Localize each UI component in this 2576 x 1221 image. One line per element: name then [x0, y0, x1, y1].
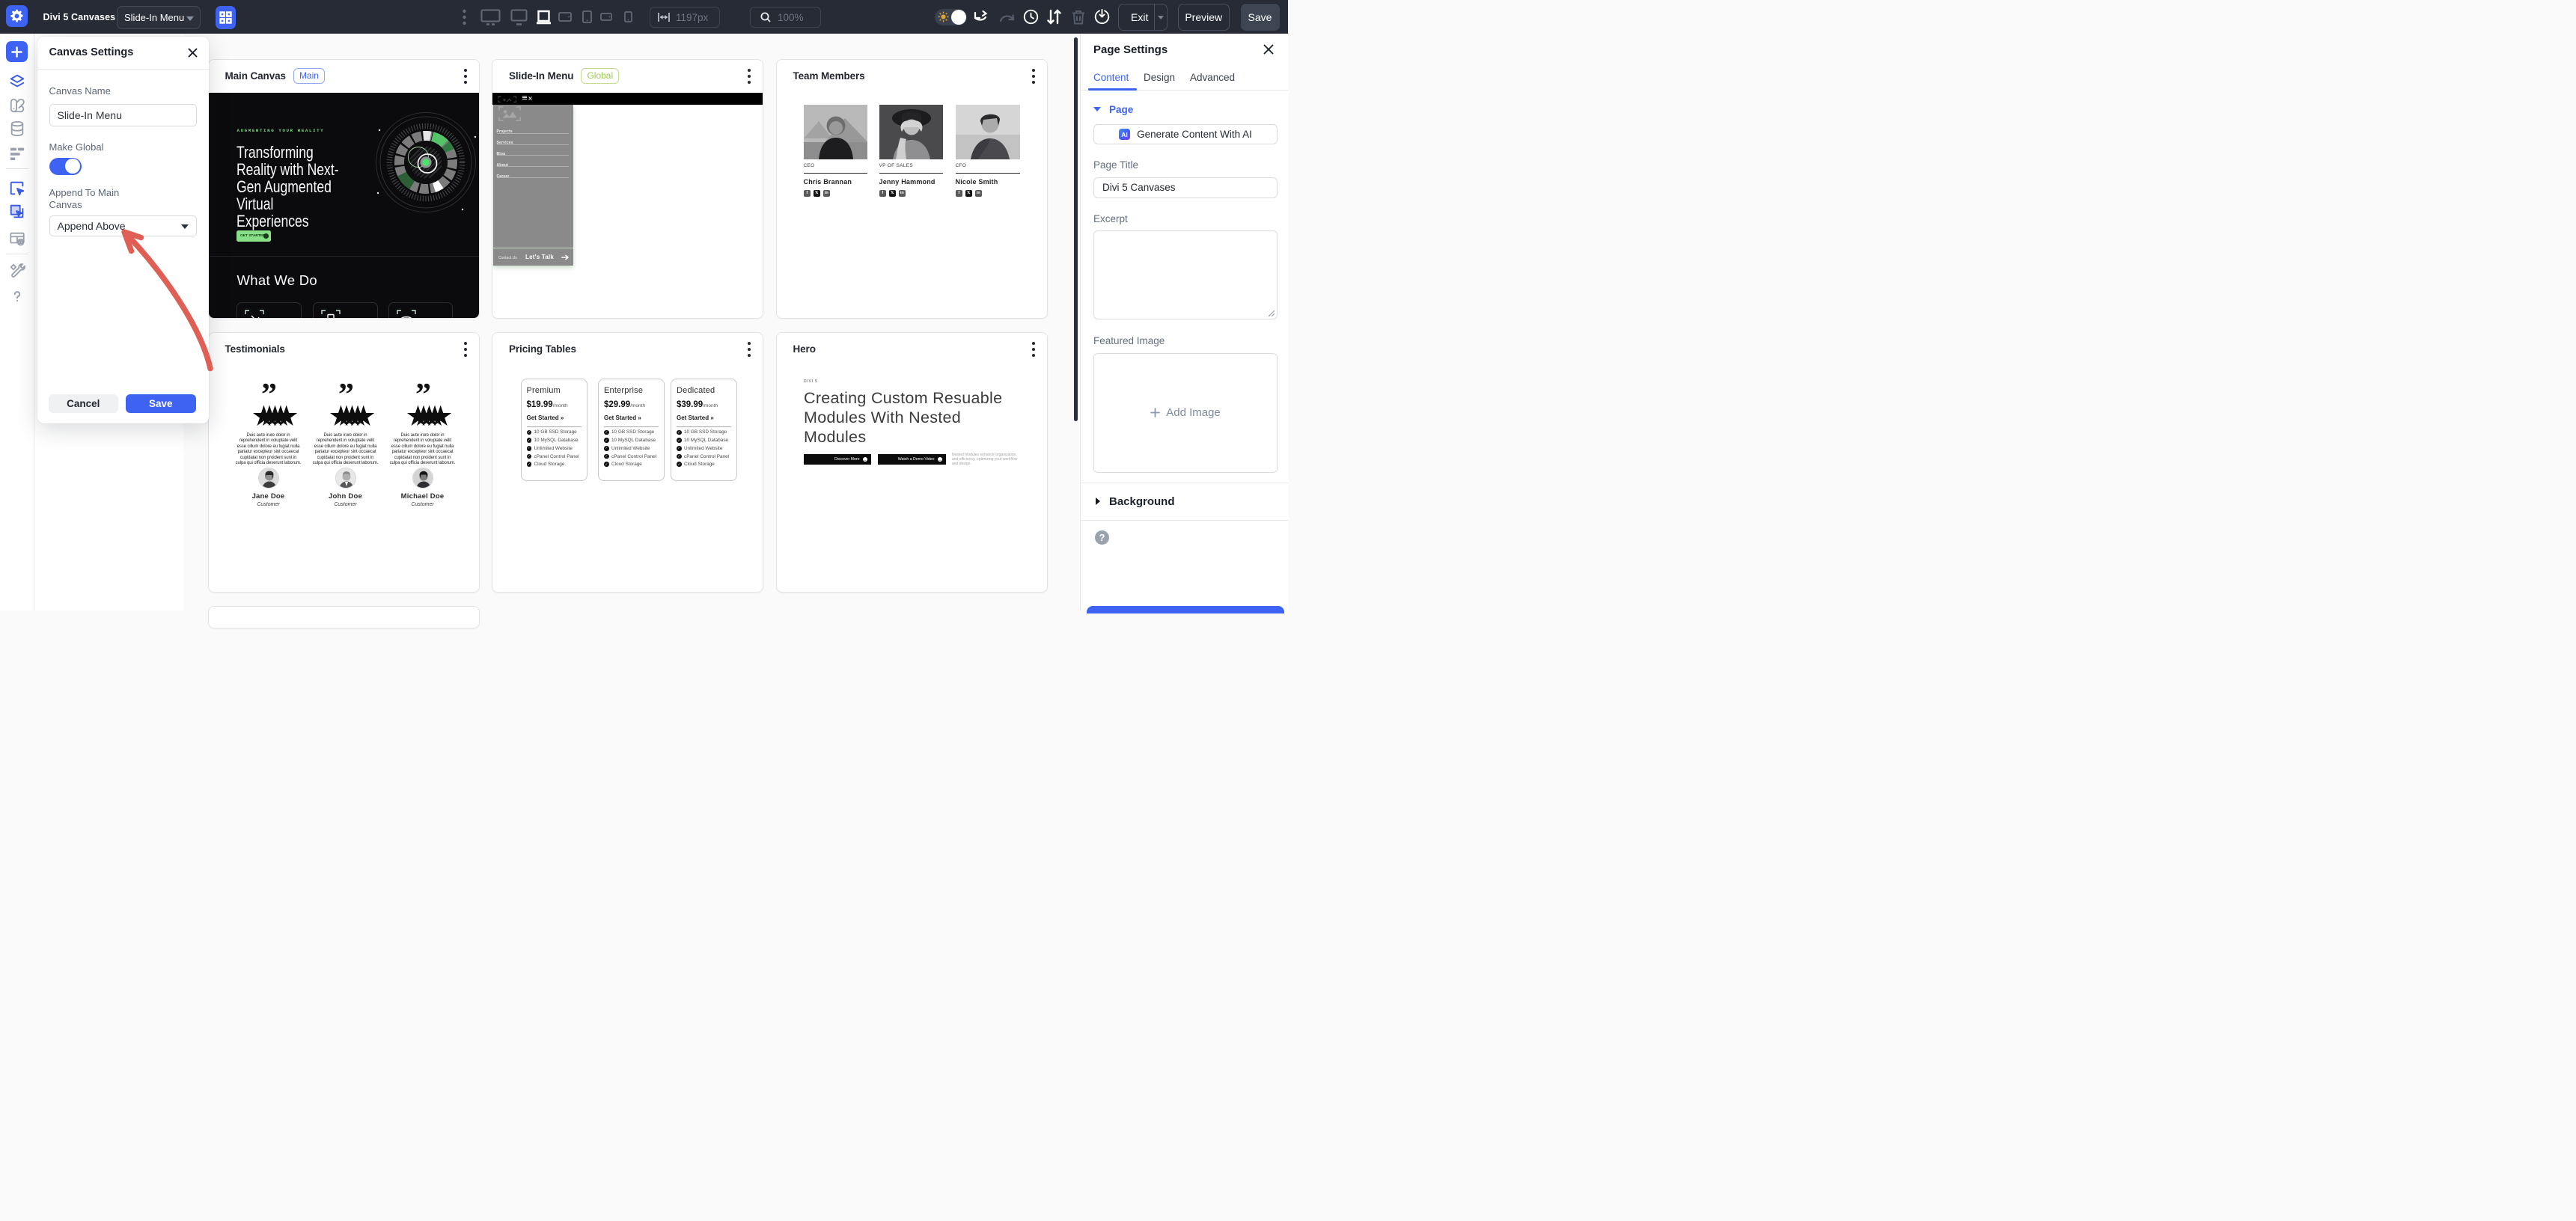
svg-text:AI: AI — [1121, 131, 1128, 138]
